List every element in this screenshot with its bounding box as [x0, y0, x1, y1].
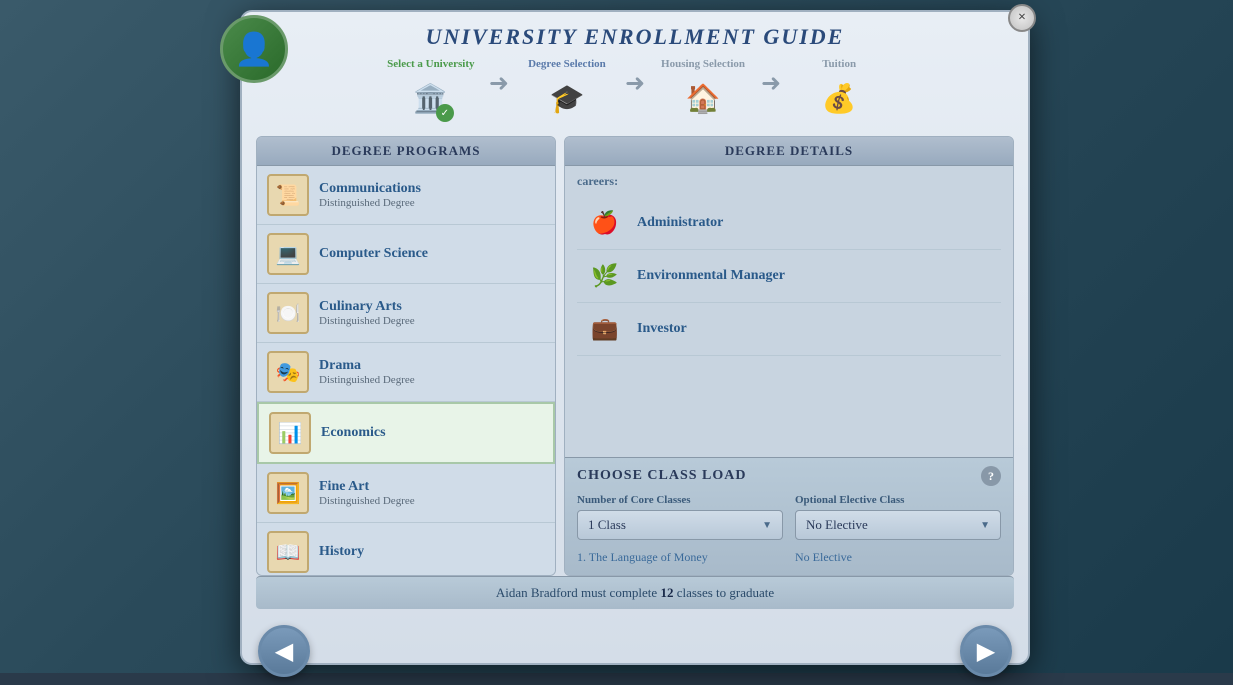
degree-list: 📜 Communications Distinguished Degree 💻 … [257, 166, 555, 575]
step-icon-housing: 🏠 [678, 74, 728, 124]
communications-info: Communications Distinguished Degree [319, 181, 545, 209]
elective-dropdown[interactable]: No Elective ▼ [795, 510, 1001, 540]
fineart-icon: 🖼️ [267, 472, 309, 514]
degree-item-communications[interactable]: 📜 Communications Distinguished Degree [257, 166, 555, 225]
history-icon: 📖 [267, 531, 309, 573]
degree-item-economics[interactable]: 📊 Economics [257, 402, 555, 464]
class-load-title: Choose Class Load [577, 468, 746, 484]
administrator-name: Administrator [637, 215, 723, 231]
step-degree-selection[interactable]: Degree Selection 🎓 [517, 58, 617, 124]
history-info: History [319, 544, 545, 560]
completion-text-post: classes to graduate [673, 585, 774, 600]
culinary-info: Culinary Arts Distinguished Degree [319, 299, 545, 327]
elective-dropdown-arrow: ▼ [980, 520, 990, 531]
step-icon-tuition: 💰 [814, 74, 864, 124]
drama-info: Drama Distinguished Degree [319, 358, 545, 386]
career-administrator: 🍎 Administrator [577, 197, 1001, 250]
modal-title: University Enrollment Guide [242, 12, 1028, 50]
career-environmental: 🌿 Environmental Manager [577, 250, 1001, 303]
degree-details-panel: Degree Details careers: 🍎 Administrator … [564, 136, 1014, 576]
core-class-entry-1: 1. The Language of Money [577, 548, 783, 567]
completion-text-pre: Aidan Bradford must complete [496, 585, 661, 600]
communications-sub: Distinguished Degree [319, 197, 545, 209]
step-label-tuition: Tuition [822, 58, 856, 70]
economics-info: Economics [321, 425, 543, 441]
communications-name: Communications [319, 181, 545, 197]
main-content: Degree Programs 📜 Communications Disting… [256, 136, 1014, 576]
core-classes-dropdown[interactable]: 1 Class ▼ [577, 510, 783, 540]
core-classes-value: 1 Class [588, 517, 626, 533]
bottom-nav: ◀ ▶ [242, 613, 1028, 685]
drama-icon: 🎭 [267, 351, 309, 393]
degree-item-culinary[interactable]: 🍽️ Culinary Arts Distinguished Degree [257, 284, 555, 343]
communications-icon: 📜 [267, 174, 309, 216]
culinary-icon: 🍽️ [267, 292, 309, 334]
class-load-section: Choose Class Load ? Number of Core Class… [565, 457, 1013, 575]
drama-name: Drama [319, 358, 545, 374]
core-dropdown-arrow: ▼ [762, 520, 772, 531]
cs-info: Computer Science [319, 246, 545, 262]
completion-number: 12 [660, 585, 673, 600]
degree-programs-header: Degree Programs [257, 137, 555, 166]
cs-icon: 💻 [267, 233, 309, 275]
class-selectors: Number of Core Classes 1 Class ▼ Optiona… [577, 494, 1001, 540]
fineart-name: Fine Art [319, 479, 545, 495]
careers-section: careers: 🍎 Administrator 🌿 Environmental… [565, 166, 1013, 457]
step-label-university: Select a University [387, 58, 474, 70]
culinary-sub: Distinguished Degree [319, 315, 545, 327]
step-check-university: ✓ [436, 104, 454, 122]
step-icon-university: 🏛️ ✓ [406, 74, 456, 124]
elective-value: No Elective [806, 517, 868, 533]
degree-item-cs[interactable]: 💻 Computer Science [257, 225, 555, 284]
step-tuition[interactable]: Tuition 💰 [789, 58, 889, 124]
fineart-sub: Distinguished Degree [319, 495, 545, 507]
core-classes-group: Number of Core Classes 1 Class ▼ [577, 494, 783, 540]
wizard-steps: Select a University 🏛️ ✓ ➜ Degree Select… [242, 50, 1028, 136]
close-button[interactable]: × [1008, 4, 1036, 32]
step-select-university[interactable]: Select a University 🏛️ ✓ [381, 58, 481, 124]
step-label-degree: Degree Selection [528, 58, 606, 70]
arrow-2: ➜ [625, 69, 645, 98]
fineart-info: Fine Art Distinguished Degree [319, 479, 545, 507]
cs-name: Computer Science [319, 246, 545, 262]
degree-programs-panel: Degree Programs 📜 Communications Disting… [256, 136, 556, 576]
drama-sub: Distinguished Degree [319, 374, 545, 386]
arrow-3: ➜ [761, 69, 781, 98]
next-button[interactable]: ▶ [960, 625, 1012, 677]
arrow-1: ➜ [489, 69, 509, 98]
degree-item-history[interactable]: 📖 History [257, 523, 555, 575]
completion-bar: Aidan Bradford must complete 12 classes … [256, 576, 1014, 609]
help-button[interactable]: ? [981, 466, 1001, 486]
administrator-icon: 🍎 [585, 203, 625, 243]
degree-item-fineart[interactable]: 🖼️ Fine Art Distinguished Degree [257, 464, 555, 523]
investor-icon: 💼 [585, 309, 625, 349]
careers-label: careers: [577, 174, 1001, 189]
core-classes-label: Number of Core Classes [577, 494, 783, 506]
career-investor: 💼 Investor [577, 303, 1001, 356]
investor-name: Investor [637, 321, 687, 337]
environmental-icon: 🌿 [585, 256, 625, 296]
avatar: 👤 [220, 15, 288, 83]
culinary-name: Culinary Arts [319, 299, 545, 315]
step-housing[interactable]: Housing Selection 🏠 [653, 58, 753, 124]
environmental-name: Environmental Manager [637, 268, 785, 284]
history-name: History [319, 544, 545, 560]
elective-group: Optional Elective Class No Elective ▼ [795, 494, 1001, 540]
no-elective-text: No Elective [795, 548, 1001, 567]
enrollment-modal: × University Enrollment Guide Select a U… [240, 10, 1030, 665]
economics-icon: 📊 [269, 412, 311, 454]
degree-details-header: Degree Details [565, 137, 1013, 166]
step-icon-degree: 🎓 [542, 74, 592, 124]
step-label-housing: Housing Selection [661, 58, 745, 70]
economics-name: Economics [321, 425, 543, 441]
degree-item-drama[interactable]: 🎭 Drama Distinguished Degree [257, 343, 555, 402]
back-button[interactable]: ◀ [258, 625, 310, 677]
elective-label: Optional Elective Class [795, 494, 1001, 506]
class-load-header: Choose Class Load ? [577, 466, 1001, 486]
